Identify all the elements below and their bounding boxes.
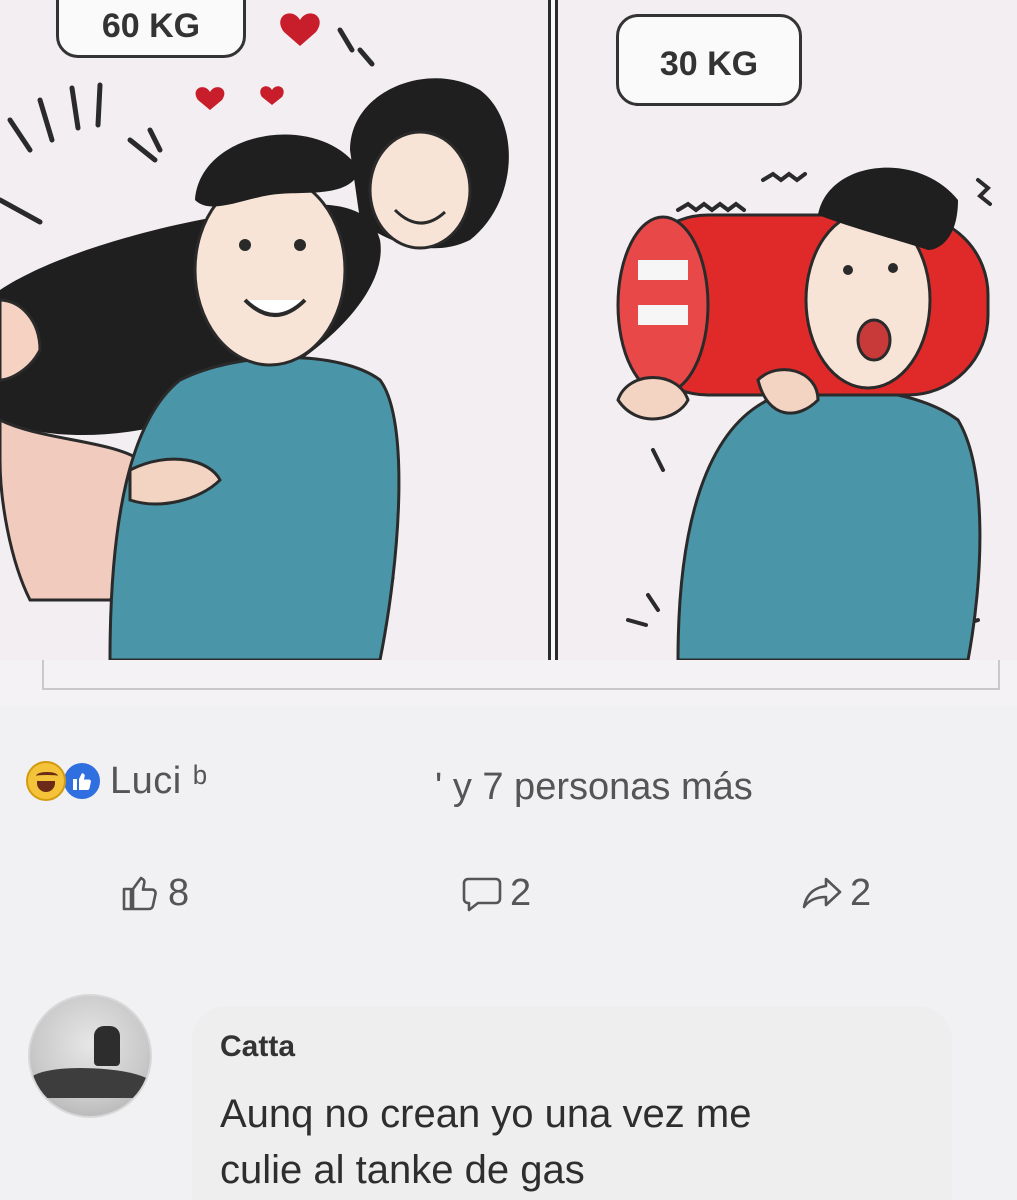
reactors-more-link[interactable]: ' y 7 personas más	[435, 766, 753, 809]
like-count: 8	[168, 871, 190, 914]
comic-frame-bottom	[42, 660, 1000, 690]
like-reaction-icon	[62, 761, 102, 801]
speech-bubble-60kg: 60 KG	[56, 0, 246, 58]
comment-text-line-1: Aunq no crean yo una vez me	[220, 1092, 752, 1136]
comment-count: 2	[510, 871, 532, 914]
comic-panel-left: 60 KG	[0, 0, 548, 660]
thumbs-up-icon	[122, 876, 157, 911]
reactor-names[interactable]: Luci ᵇ	[110, 760, 208, 803]
speech-bubble-30kg: 30 KG	[616, 14, 802, 106]
comment-text-line-2: culie al tanke de gas	[220, 1148, 585, 1192]
commenter-avatar[interactable]	[28, 994, 152, 1118]
share-arrow-icon	[802, 877, 842, 909]
comic-panel-right: 30 KG	[558, 0, 1017, 660]
laughing-emoji-icon	[26, 761, 66, 801]
comment-text: Aunq no crean yo una vez me culie al tan…	[220, 1086, 920, 1198]
couple-illustration	[0, 13, 509, 660]
share-count-button[interactable]: 2	[800, 868, 871, 918]
avatar-ground-silhouette	[30, 1068, 150, 1098]
reaction-summary[interactable]: Luci ᵇ	[26, 756, 208, 806]
comment-count-button[interactable]: 2	[460, 868, 531, 918]
share-count: 2	[850, 871, 872, 914]
comment-bubble-icon	[462, 877, 502, 912]
meme-comic-image[interactable]: 60 KG 30 KG	[0, 0, 1017, 705]
like-count-button[interactable]: 8	[118, 868, 189, 918]
panel-divider	[548, 0, 558, 660]
comment-author-name[interactable]: Catta	[220, 1030, 295, 1064]
avatar-person-silhouette	[94, 1026, 120, 1066]
